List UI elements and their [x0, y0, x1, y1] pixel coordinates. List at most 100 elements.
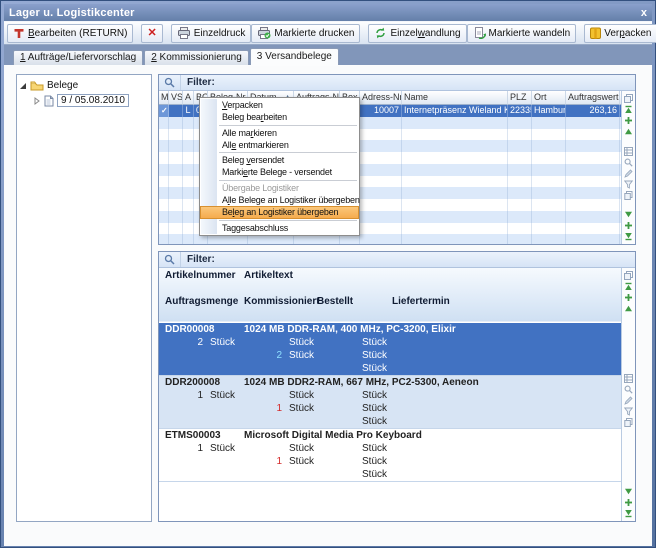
column-header-auftragswert[interactable]: Auftragswert € [566, 91, 620, 105]
bottom-column-header[interactable]: Bestellt [317, 296, 353, 307]
article-block-DDR00008[interactable]: DDR000081024 MB DDR-RAM, 400 MHz, PC-320… [159, 322, 621, 376]
menu-item-10[interactable]: Alle Belege an Logistiker übergeben [200, 194, 359, 206]
row-insert-icon[interactable] [624, 292, 633, 303]
go-top-icon[interactable] [624, 281, 633, 292]
go-bottom-icon[interactable] [624, 508, 633, 519]
bottom-header-row: Auftragsmenge KommissioniertBestellt Liefe… [159, 296, 621, 309]
close-button[interactable]: x [641, 7, 647, 19]
menu-item-13[interactable]: Taggesabschluss [200, 222, 359, 234]
unit-label: Stück [362, 442, 387, 455]
column-header-adress_nr[interactable]: Adress-Nr. [360, 91, 402, 105]
cell-empty [159, 129, 169, 141]
edit-icon[interactable] [624, 395, 633, 406]
cell-empty [183, 211, 194, 223]
menu-item-0[interactable]: Verpacken [200, 99, 359, 111]
cell-empty [159, 164, 169, 176]
menu-item-4[interactable]: Alle entmarkieren [200, 139, 359, 151]
go-top-icon[interactable] [624, 104, 633, 115]
column-chooser-icon[interactable] [624, 93, 633, 104]
article-line-1: ETMS00003Microsoft Digital Media Pro Key… [159, 429, 621, 442]
page-up-icon[interactable] [624, 126, 633, 137]
bottom-column-header[interactable]: Auftragsmenge [165, 296, 238, 307]
tab-auftraege-liefervorschlag[interactable]: 1 Aufträge/Liefervorschlag [13, 50, 143, 65]
bottom-column-header[interactable]: Kommissioniert [244, 296, 320, 307]
printer-icon [177, 27, 191, 39]
menu-item-1[interactable]: Beleg bearbeiten [200, 111, 359, 123]
toolbar-markierte-wandeln-button[interactable]: Markierte wandeln [467, 24, 577, 43]
column-header-plz[interactable]: PLZ [508, 91, 532, 105]
expanded-triangle-icon[interactable] [19, 82, 27, 90]
go-bottom-icon[interactable] [624, 231, 633, 242]
page-convert-icon [473, 27, 486, 39]
edit-icon[interactable] [624, 168, 633, 179]
unit-label: Stück [362, 402, 387, 415]
details-icon[interactable] [624, 146, 633, 157]
cell-empty [183, 152, 194, 164]
tab-strip: 1 Aufträge/Liefervorschlag2 Kommissionie… [4, 45, 652, 65]
search-icon[interactable] [624, 384, 633, 395]
filter-label: Filter: [181, 77, 215, 88]
search-icon[interactable] [624, 157, 633, 168]
column-header-name[interactable]: Name [402, 91, 508, 105]
toolbar-bearbeiten-button[interactable]: Bearbeiten (RETURN) [7, 24, 133, 43]
copy-icon[interactable] [624, 190, 633, 201]
collapsed-triangle-icon[interactable] [33, 97, 41, 105]
unit-label: Stück [289, 455, 314, 468]
menu-item-6[interactable]: Beleg versendet [200, 154, 359, 166]
tree-node-belege[interactable]: Belege [19, 78, 149, 93]
menu-item-3[interactable]: Alle markieren [200, 127, 359, 139]
cell-name: Internetpräsenz Wieland KG [402, 105, 508, 117]
cell-empty [159, 152, 169, 164]
cell-empty [169, 234, 183, 245]
cell-empty [360, 187, 402, 199]
cell-empty [508, 164, 532, 176]
cell-empty [566, 234, 620, 245]
bottom-column-header[interactable]: Artikeltext [244, 270, 293, 281]
folder-icon [30, 80, 44, 91]
cell-empty [566, 140, 620, 152]
toolbar-loeschen-button[interactable]: ✕ [141, 24, 162, 43]
column-header-ort[interactable]: Ort [532, 91, 566, 105]
toolbar-einzeldruck-button[interactable]: Einzeldruck [171, 24, 252, 43]
cell-empty [566, 223, 620, 235]
row-append-icon[interactable] [624, 220, 633, 231]
bottom-column-header[interactable]: Artikelnummer [165, 270, 236, 281]
article-block-DDR200008[interactable]: DDR2000081024 MB DDR2-RAM, 667 MHz, PC2-… [159, 376, 621, 429]
unit-label: Stück [210, 389, 235, 402]
column-header-vs[interactable]: VS [169, 91, 183, 105]
printer-check-icon [257, 27, 271, 39]
cell-empty [183, 234, 194, 245]
bottom-column-header[interactable]: Liefertermin [392, 296, 450, 307]
column-chooser-icon[interactable] [624, 270, 633, 281]
filter-icon[interactable] [624, 406, 633, 417]
tree-node-beleg-9[interactable]: 9 / 05.08.2010 [19, 93, 149, 108]
menu-item-11[interactable]: Beleg an Logistiker übergeben [200, 206, 359, 218]
titlebar: Lager u. Logistikcenter x [4, 4, 652, 21]
toolbar-button-label: Markierte drucken [274, 28, 354, 39]
page-down-icon[interactable] [624, 209, 633, 220]
tab-versandbelege[interactable]: 3 Versandbelege [250, 48, 339, 65]
column-header-a[interactable]: A [183, 91, 194, 105]
tree-node-label: 9 / 05.08.2010 [57, 94, 129, 107]
copy-icon[interactable] [624, 417, 633, 428]
toolbar-markierte-drucken-button[interactable]: Markierte drucken [251, 24, 360, 43]
column-header-m[interactable]: M [159, 91, 169, 105]
search-icon[interactable] [159, 252, 181, 267]
menu-item-7[interactable]: Markierte Belege - versendet [200, 166, 359, 178]
filter-icon[interactable] [624, 179, 633, 190]
toolbar-verpacken-button[interactable]: Verpacken [584, 24, 656, 43]
menu-item-9: Übergabe Logistiker [200, 182, 359, 194]
toolbar-einzelwandlung-button[interactable]: Einzelwandlung [368, 24, 466, 43]
search-icon[interactable] [159, 75, 181, 90]
page-up-icon[interactable] [624, 303, 633, 314]
details-icon[interactable] [624, 373, 633, 384]
package-icon [590, 27, 601, 39]
row-insert-icon[interactable] [624, 115, 633, 126]
unit-label: Stück [362, 415, 387, 428]
tab-kommissionierung[interactable]: 2 Kommissionierung [144, 50, 249, 65]
row-append-icon[interactable] [624, 497, 633, 508]
cell-auftragswert: 263,16 [566, 105, 620, 117]
cell-empty [169, 152, 183, 164]
page-down-icon[interactable] [624, 486, 633, 497]
article-block-ETMS00003[interactable]: ETMS00003Microsoft Digital Media Pro Key… [159, 429, 621, 482]
